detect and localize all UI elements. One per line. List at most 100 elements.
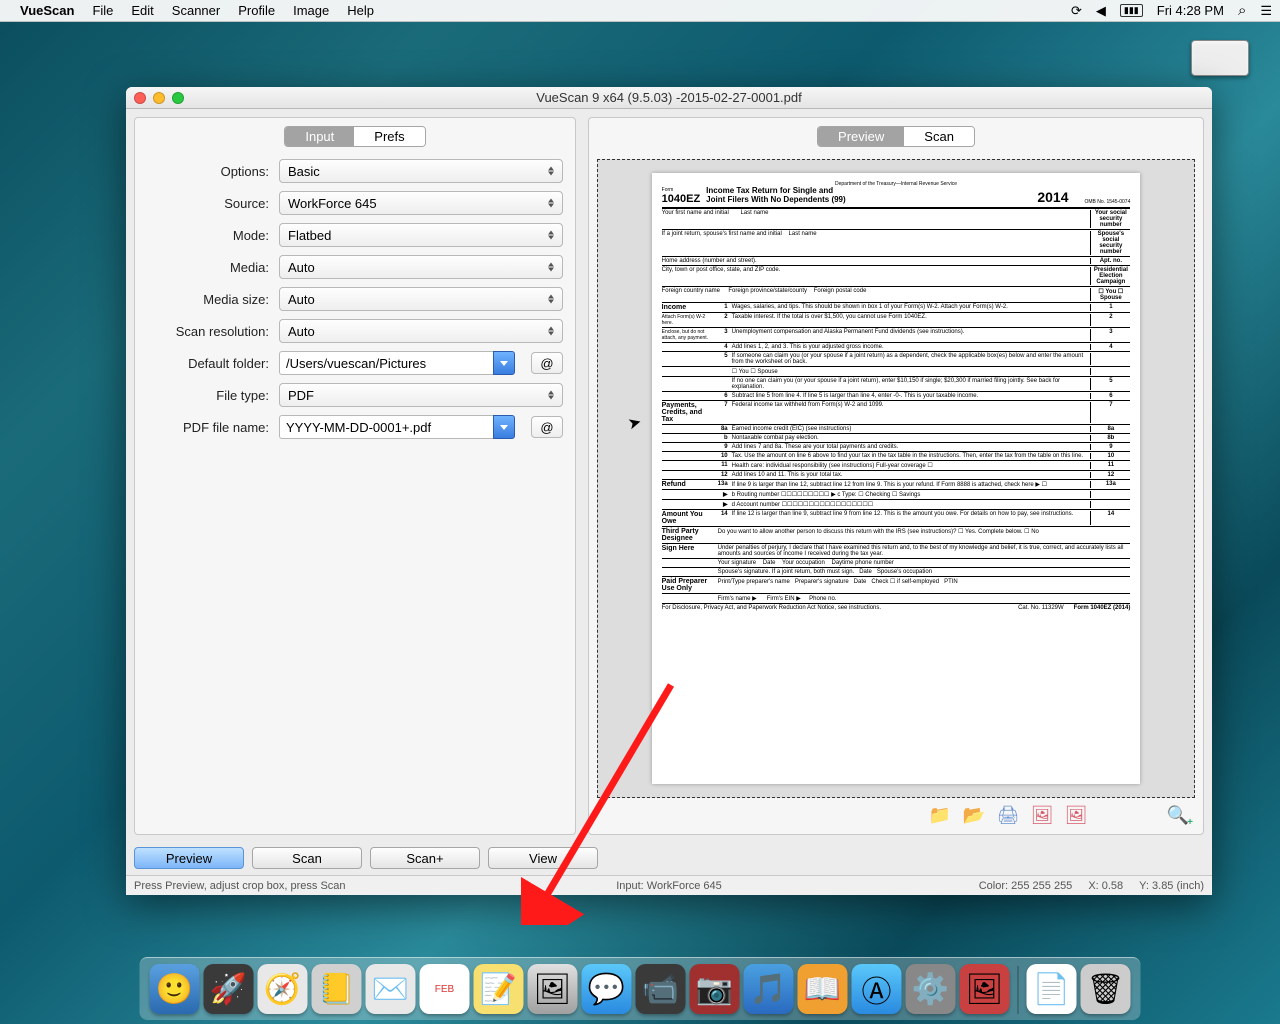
- at-button-pdf[interactable]: @: [531, 416, 563, 438]
- dock-document[interactable]: 📄: [1027, 964, 1077, 1014]
- dock-notes[interactable]: 📝: [474, 964, 524, 1014]
- dock-trash[interactable]: 🗑: [1081, 964, 1131, 1014]
- menubar-help[interactable]: Help: [347, 3, 374, 18]
- dock-preview[interactable]: 🖼: [528, 964, 578, 1014]
- mac-menubar: VueScan File Edit Scanner Profile Image …: [0, 0, 1280, 22]
- menubar-file[interactable]: File: [92, 3, 113, 18]
- label-file-type: File type:: [147, 388, 269, 403]
- dock-contacts[interactable]: 📒: [312, 964, 362, 1014]
- select-mode[interactable]: Flatbed: [279, 223, 563, 247]
- status-y: Y: 3.85 (inch): [1139, 880, 1204, 892]
- dock-calendar[interactable]: FEB: [420, 964, 470, 1014]
- label-media-size: Media size:: [147, 292, 269, 307]
- window-minimize-button[interactable]: [153, 92, 165, 104]
- dock-photobooth[interactable]: 📷: [690, 964, 740, 1014]
- select-media-size[interactable]: Auto: [279, 287, 563, 311]
- status-x: X: 0.58: [1088, 880, 1123, 892]
- view-button[interactable]: View: [488, 847, 598, 869]
- row-media-size: Media size: Auto: [147, 287, 563, 311]
- dock-ibooks[interactable]: 📖: [798, 964, 848, 1014]
- select-file-type[interactable]: PDF: [279, 383, 563, 407]
- status-bar: Press Preview, adjust crop box, press Sc…: [126, 875, 1212, 895]
- preview-panel: Preview Scan ➤ Department of the Treasur…: [588, 117, 1204, 835]
- row-mode: Mode: Flatbed: [147, 223, 563, 247]
- vuescan-window: VueScan 9 x64 (9.5.03) -2015-02-27-0001.…: [126, 87, 1212, 895]
- at-button-folder[interactable]: @: [531, 352, 563, 374]
- dock-vuescan[interactable]: 🖼: [960, 964, 1010, 1014]
- label-media: Media:: [147, 260, 269, 275]
- select-source[interactable]: WorkForce 645: [279, 191, 563, 215]
- dock-sysprefs[interactable]: ⚙️: [906, 964, 956, 1014]
- select-scan-resolution[interactable]: Auto: [279, 319, 563, 343]
- input-default-folder[interactable]: [279, 351, 493, 375]
- image-editor-icon[interactable]: 🖼: [1063, 804, 1089, 826]
- folder-open-icon[interactable]: 📂: [961, 804, 987, 826]
- row-file-type: File type: PDF: [147, 383, 563, 407]
- preview-button[interactable]: Preview: [134, 847, 244, 869]
- image-viewer-icon[interactable]: 🖼: [1029, 804, 1055, 826]
- tab-input[interactable]: Input: [285, 127, 354, 146]
- dock: 🙂 🚀 🧭 📒 ✉️ FEB 📝 🖼 💬 📹 📷 🎵 📖 Ⓐ ⚙️ 🖼 📄 🗑: [140, 957, 1141, 1020]
- dock-finder[interactable]: 🙂: [150, 964, 200, 1014]
- label-source: Source:: [147, 196, 269, 211]
- volume-icon[interactable]: ◀: [1096, 3, 1106, 19]
- window-close-button[interactable]: [134, 92, 146, 104]
- dock-appstore[interactable]: Ⓐ: [852, 964, 902, 1014]
- dock-facetime[interactable]: 📹: [636, 964, 686, 1014]
- row-pdf-file-name: PDF file name: @: [147, 415, 563, 439]
- row-media: Media: Auto: [147, 255, 563, 279]
- dock-safari[interactable]: 🧭: [258, 964, 308, 1014]
- scanned-document: Department of the Treasury—Internal Reve…: [652, 173, 1141, 785]
- window-title: VueScan 9 x64 (9.5.03) -2015-02-27-0001.…: [126, 90, 1212, 105]
- menubar-clock[interactable]: Fri 4:28 PM: [1157, 3, 1224, 18]
- dock-launchpad[interactable]: 🚀: [204, 964, 254, 1014]
- cursor-icon: ➤: [626, 412, 644, 435]
- preview-toolbar: 📁 📂 🖨 🖼 🖼 🔍: [597, 798, 1195, 826]
- left-segmented-tabs: Input Prefs: [284, 126, 425, 147]
- tab-preview[interactable]: Preview: [818, 127, 904, 146]
- zoom-in-icon[interactable]: 🔍: [1165, 804, 1191, 826]
- window-zoom-button[interactable]: [172, 92, 184, 104]
- settings-panel: Input Prefs Options: Basic Source: WorkF…: [134, 117, 576, 835]
- row-options: Options: Basic: [147, 159, 563, 183]
- menubar-profile[interactable]: Profile: [238, 3, 275, 18]
- menubar-scanner[interactable]: Scanner: [172, 3, 220, 18]
- dropdown-pdf-file-name[interactable]: [493, 415, 515, 439]
- dock-messages[interactable]: 💬: [582, 964, 632, 1014]
- menubar-edit[interactable]: Edit: [131, 3, 153, 18]
- dropdown-default-folder[interactable]: [493, 351, 515, 375]
- menubar-app[interactable]: VueScan: [20, 3, 74, 18]
- input-pdf-file-name[interactable]: [279, 415, 493, 439]
- harddrive-icon: [1191, 40, 1249, 76]
- spotlight-icon[interactable]: ⌕: [1238, 2, 1246, 19]
- dock-mail[interactable]: ✉️: [366, 964, 416, 1014]
- row-scan-resolution: Scan resolution: Auto: [147, 319, 563, 343]
- printer-icon[interactable]: 🖨: [995, 804, 1021, 826]
- dock-itunes[interactable]: 🎵: [744, 964, 794, 1014]
- label-default-folder: Default folder:: [147, 356, 269, 371]
- preview-canvas[interactable]: ➤ Department of the Treasury—Internal Re…: [597, 159, 1195, 798]
- status-color: Color: 255 255 255: [979, 880, 1073, 892]
- row-source: Source: WorkForce 645: [147, 191, 563, 215]
- action-button-row: Preview Scan Scan+ View: [126, 843, 1212, 875]
- window-titlebar: VueScan 9 x64 (9.5.03) -2015-02-27-0001.…: [126, 87, 1212, 109]
- dock-separator: [1018, 966, 1019, 1014]
- status-hint: Press Preview, adjust crop box, press Sc…: [134, 880, 346, 892]
- tab-prefs[interactable]: Prefs: [354, 127, 424, 146]
- label-mode: Mode:: [147, 228, 269, 243]
- select-media[interactable]: Auto: [279, 255, 563, 279]
- status-source: Input: WorkForce 645: [616, 880, 722, 892]
- select-options[interactable]: Basic: [279, 159, 563, 183]
- label-scan-resolution: Scan resolution:: [147, 324, 269, 339]
- scan-button[interactable]: Scan: [252, 847, 362, 869]
- folder-add-icon[interactable]: 📁: [927, 804, 953, 826]
- right-segmented-tabs: Preview Scan: [817, 126, 975, 147]
- menubar-image[interactable]: Image: [293, 3, 329, 18]
- tab-scan[interactable]: Scan: [904, 127, 974, 146]
- label-options: Options:: [147, 164, 269, 179]
- sync-icon[interactable]: ⟳: [1071, 3, 1082, 19]
- scan-plus-button[interactable]: Scan+: [370, 847, 480, 869]
- row-default-folder: Default folder: @: [147, 351, 563, 375]
- notification-center-icon[interactable]: ☰: [1260, 3, 1272, 19]
- battery-icon[interactable]: ▮▮▮: [1120, 4, 1143, 17]
